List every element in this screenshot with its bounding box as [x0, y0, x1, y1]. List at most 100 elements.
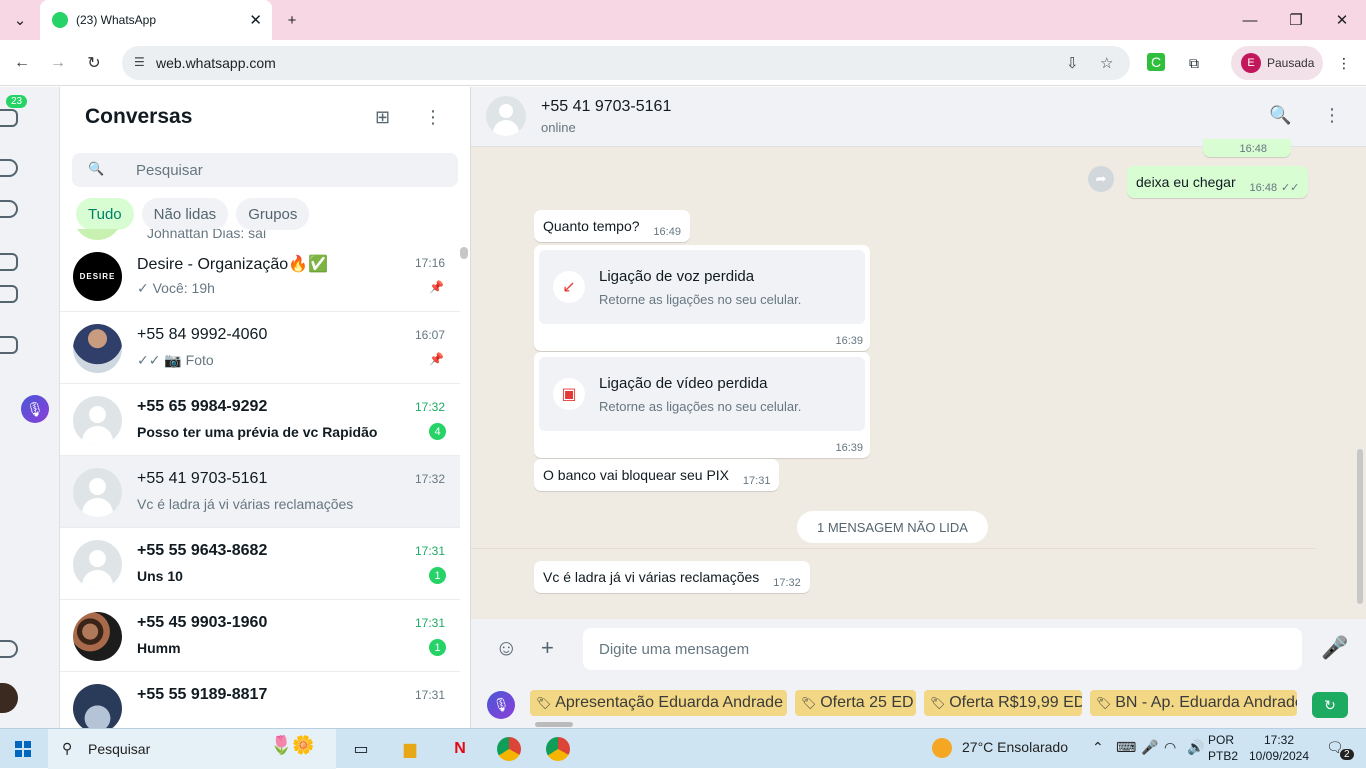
profile-button[interactable]: E Pausada: [1231, 46, 1323, 80]
search-icon[interactable]: 🔍: [1269, 105, 1291, 126]
voice-extension-icon[interactable]: 🎙: [21, 395, 49, 423]
chat-name: +55 45 9903-1960: [137, 614, 268, 631]
reload-button[interactable]: ↻: [82, 51, 106, 75]
missed-call-card[interactable]: ▣ Ligação de vídeo perdida Retorne as li…: [539, 357, 865, 431]
restore-button[interactable]: ❐: [1284, 8, 1308, 32]
install-app-icon[interactable]: ⇩: [1066, 54, 1079, 72]
chat-name: +55 41 9703-5161: [137, 470, 268, 487]
voice-extension-icon[interactable]: 🎙: [487, 691, 515, 719]
message-outgoing-partial: 16:48: [1203, 139, 1291, 157]
taskbar-search[interactable]: ⚲ Pesquisar 🌷🌼: [48, 729, 336, 769]
avatar: DESIRE: [73, 252, 122, 301]
tray-overflow-icon[interactable]: ⌃: [1092, 739, 1104, 756]
message-composer: ☺ + Digite uma mensagem 🎤: [471, 619, 1366, 679]
minimize-button[interactable]: —: [1238, 8, 1262, 32]
close-window-button[interactable]: ✕: [1330, 8, 1354, 32]
business-icon[interactable]: [0, 285, 18, 303]
chat-row[interactable]: +55 84 9992-4060 16:07 ✓✓ 📷 Foto 📌: [60, 312, 460, 384]
volume-icon[interactable]: 🔊: [1187, 739, 1204, 756]
tag-icon: 🏷: [1096, 696, 1112, 710]
chat-row[interactable]: +55 65 9984-9292 17:32 Posso ter uma pré…: [60, 384, 460, 456]
clock[interactable]: 17:32 10/09/2024: [1248, 732, 1310, 764]
chat-rows: DESIRE Desire - Organização🔥✅ 17:16 ✓ Vo…: [60, 240, 460, 728]
filter-unread[interactable]: Não lidas: [141, 198, 229, 230]
weather-icon[interactable]: [932, 738, 952, 758]
refresh-icon[interactable]: ↻: [1312, 692, 1348, 718]
chat-list-scrollbar[interactable]: [460, 247, 468, 259]
chat-row-selected[interactable]: +55 41 9703-5161 17:32 Vc é ladra já vi …: [60, 456, 460, 528]
wifi-icon[interactable]: ◠: [1164, 739, 1176, 756]
close-tab-icon[interactable]: ✕: [249, 11, 262, 29]
channels-icon[interactable]: [0, 200, 18, 218]
quick-reply-chip[interactable]: 🏷 Oferta 25 ED: [795, 690, 916, 716]
chrome-icon[interactable]: [497, 737, 521, 761]
menu-icon[interactable]: ⋮: [1323, 105, 1341, 126]
language-indicator[interactable]: POR PTB2: [1208, 732, 1238, 764]
profile-avatar[interactable]: [0, 683, 18, 713]
avatar: [73, 468, 122, 517]
chat-row[interactable]: +55 45 9903-1960 17:31 Humm 1: [60, 600, 460, 672]
communities-icon[interactable]: [0, 253, 18, 271]
new-tab-button[interactable]: +: [280, 8, 304, 32]
conversation-header[interactable]: +55 41 9703-5161 online 🔍 ⋮: [471, 87, 1366, 147]
quick-reply-chip[interactable]: 🏷 Oferta R$19,99 ED: [924, 690, 1082, 716]
site-info-icon[interactable]: ☰: [134, 55, 145, 69]
chat-last-message: Posso ter uma prévia de vc Rapidão: [137, 424, 378, 440]
settings-icon[interactable]: [0, 640, 18, 658]
missed-call-card[interactable]: ↙ Ligação de voz perdida Retorne as liga…: [539, 250, 865, 324]
quick-replies-scrollbar[interactable]: [535, 722, 573, 727]
unread-divider-line: [471, 548, 1316, 549]
network-icon[interactable]: ⌨: [1116, 739, 1136, 756]
chat-row[interactable]: +55 55 9643-8682 17:31 Uns 10 1: [60, 528, 460, 600]
windows-start-icon[interactable]: [15, 741, 31, 757]
quick-reply-label: Oferta 25 ED: [820, 694, 914, 711]
quick-reply-chip[interactable]: 🏷 BN - Ap. Eduarda Andrade: [1090, 690, 1297, 716]
chat-row-desire[interactable]: DESIRE Desire - Organização🔥✅ 17:16 ✓ Vo…: [60, 240, 460, 312]
chat-time: 17:32: [414, 400, 445, 414]
attach-plus-icon[interactable]: +: [541, 635, 554, 661]
clock-time: 17:32: [1263, 733, 1295, 747]
chats-icon[interactable]: [0, 109, 18, 127]
quick-reply-chip[interactable]: 🏷 Apresentação Eduarda Andrade: [530, 690, 787, 716]
unread-divider: 1 MENSAGEM NÃO LIDA: [797, 511, 988, 543]
avatar: [73, 229, 122, 240]
forward-button[interactable]: →: [46, 51, 70, 75]
message-incoming: Vc é ladra já vi várias reclamações 17:3…: [534, 561, 810, 593]
bookmark-star-icon[interactable]: ☆: [1100, 54, 1113, 72]
netflix-icon[interactable]: N: [448, 737, 472, 761]
extensions-puzzle-icon[interactable]: ⧉: [1184, 53, 1204, 73]
message-input[interactable]: Digite uma mensagem: [583, 628, 1302, 670]
microphone-icon[interactable]: 🎤: [1321, 635, 1348, 661]
missed-call-icon: ↙: [553, 271, 585, 303]
emoji-icon[interactable]: ☺: [495, 635, 517, 661]
chrome-profile-icon[interactable]: [546, 737, 570, 761]
browser-toolbar: ← → ↻ ☰ web.whatsapp.com ⇩ ☆ C ⧉ E Pausa…: [0, 40, 1366, 86]
search-input[interactable]: 🔍 Pesquisar: [72, 153, 458, 187]
address-bar[interactable]: ☰ web.whatsapp.com ⇩ ☆: [122, 46, 1130, 80]
browser-menu-icon[interactable]: ⋮: [1334, 53, 1354, 73]
tab-whatsapp[interactable]: (23) WhatsApp ✕: [40, 0, 272, 40]
chat-row[interactable]: +55 55 9189-8817 17:31: [60, 672, 460, 728]
search-icon: 🔍: [88, 161, 105, 176]
message-time: 16:39: [835, 335, 863, 347]
menu-icon[interactable]: ⋮: [424, 107, 442, 128]
filter-chips: Tudo Não lidas Grupos: [76, 198, 310, 230]
profile-label: Pausada: [1267, 56, 1315, 70]
task-view-icon[interactable]: ▭: [349, 737, 373, 761]
advertise-icon[interactable]: [0, 336, 18, 354]
mic-tray-icon[interactable]: 🎤: [1141, 739, 1158, 756]
forward-icon[interactable]: ➦: [1088, 166, 1114, 192]
app-rail: 23 🎙: [0, 87, 60, 728]
filter-groups[interactable]: Grupos: [236, 198, 310, 230]
filter-all[interactable]: Tudo: [76, 198, 134, 230]
extension-c-icon[interactable]: C: [1147, 53, 1165, 71]
back-button[interactable]: ←: [10, 51, 34, 75]
tab-search-dropdown[interactable]: ⌄: [8, 8, 32, 32]
new-chat-icon[interactable]: ⊞: [375, 107, 390, 128]
weather-text[interactable]: 27°C Ensolarado: [962, 739, 1068, 755]
conversation-scrollbar[interactable]: [1357, 449, 1363, 604]
message-text: deixa eu chegar: [1136, 174, 1236, 190]
status-icon[interactable]: [0, 159, 18, 177]
call-subtitle: Retorne as ligações no seu celular.: [599, 292, 802, 307]
file-explorer-icon[interactable]: ▆: [398, 737, 422, 761]
